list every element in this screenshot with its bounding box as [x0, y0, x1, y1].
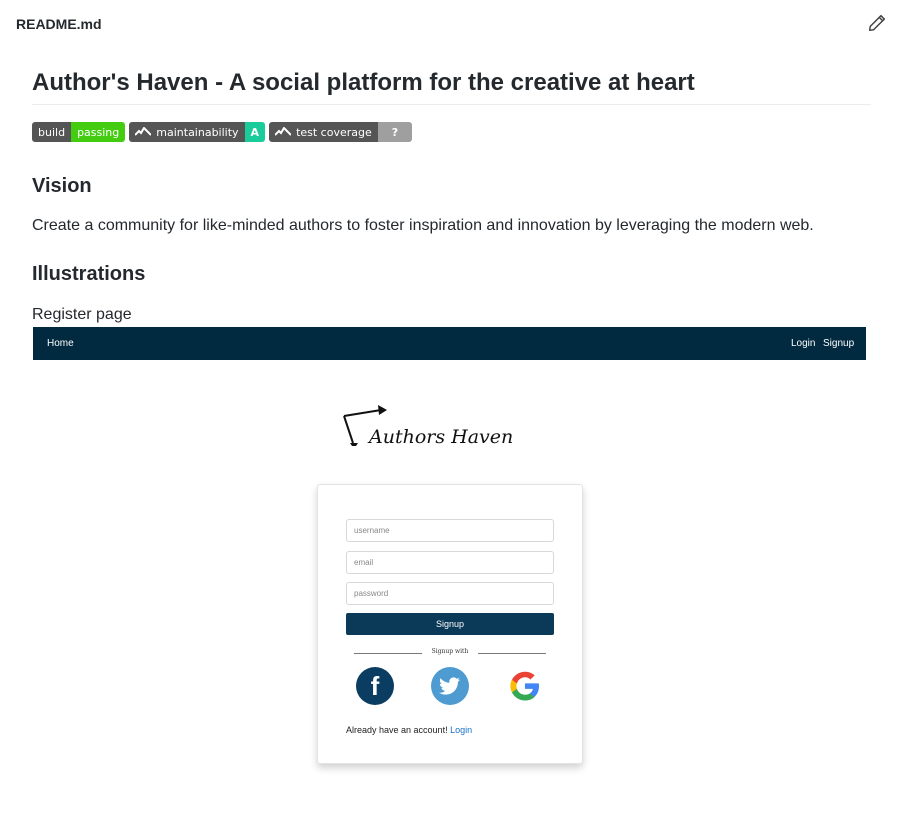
- register-caption: Register page: [32, 306, 132, 323]
- badge-label-wrap: test coverage: [269, 122, 378, 142]
- password-input[interactable]: [346, 582, 554, 605]
- twitter-bird: [439, 677, 460, 695]
- google-g: [510, 671, 539, 701]
- signup-card: Signup Signup with f Already have an acc…: [317, 484, 583, 764]
- already-have-account: Already have an account! Login: [346, 725, 472, 735]
- pencil-icon[interactable]: [868, 14, 888, 34]
- username-input[interactable]: [346, 519, 554, 542]
- login-link[interactable]: Login: [450, 725, 472, 735]
- divider-line: [478, 653, 546, 654]
- codeclimate-icon: [135, 127, 152, 136]
- google-icon[interactable]: [506, 667, 544, 705]
- illustrations-heading: Illustrations: [32, 263, 146, 285]
- badge-value: ?: [377, 122, 413, 142]
- nav-home[interactable]: Home: [47, 338, 74, 349]
- codeclimate-icon: [275, 127, 292, 136]
- logo-text: Authors Haven: [369, 426, 514, 448]
- already-text: Already have an account!: [346, 725, 448, 735]
- nav-signup[interactable]: Signup: [823, 338, 854, 349]
- maintainability-badge[interactable]: maintainability A: [129, 122, 266, 142]
- badge-label-wrap: maintainability: [129, 122, 245, 142]
- signup-with-divider: Signup with: [354, 648, 546, 658]
- signup-button[interactable]: Signup: [346, 613, 554, 635]
- facebook-glyph: f: [370, 671, 380, 701]
- email-input[interactable]: [346, 551, 554, 574]
- test-coverage-badge[interactable]: test coverage ?: [269, 122, 413, 142]
- badge-value: passing: [71, 122, 126, 142]
- file-name: README.md: [16, 16, 102, 32]
- vision-text: Create a community for like-minded autho…: [32, 217, 814, 234]
- vision-heading: Vision: [32, 175, 92, 197]
- authors-haven-logo: Authors Haven: [341, 402, 541, 450]
- build-badge[interactable]: build passing: [32, 122, 126, 142]
- nav-login[interactable]: Login: [791, 338, 815, 349]
- badge-label: build: [32, 122, 72, 142]
- register-page-screenshot: Home Login Signup Authors Haven Signup S…: [33, 327, 866, 825]
- twitter-icon[interactable]: [431, 667, 469, 705]
- navbar: Home Login Signup: [33, 327, 866, 360]
- file-header: README.md: [0, 0, 898, 50]
- badge-label: test coverage: [296, 125, 372, 139]
- badge-value: A: [244, 122, 266, 142]
- readme-title: Author's Haven - A social platform for t…: [32, 68, 871, 105]
- badges: build passing maintainability A test cov…: [32, 122, 413, 142]
- facebook-icon[interactable]: f: [356, 667, 394, 705]
- badge-label: maintainability: [156, 125, 239, 139]
